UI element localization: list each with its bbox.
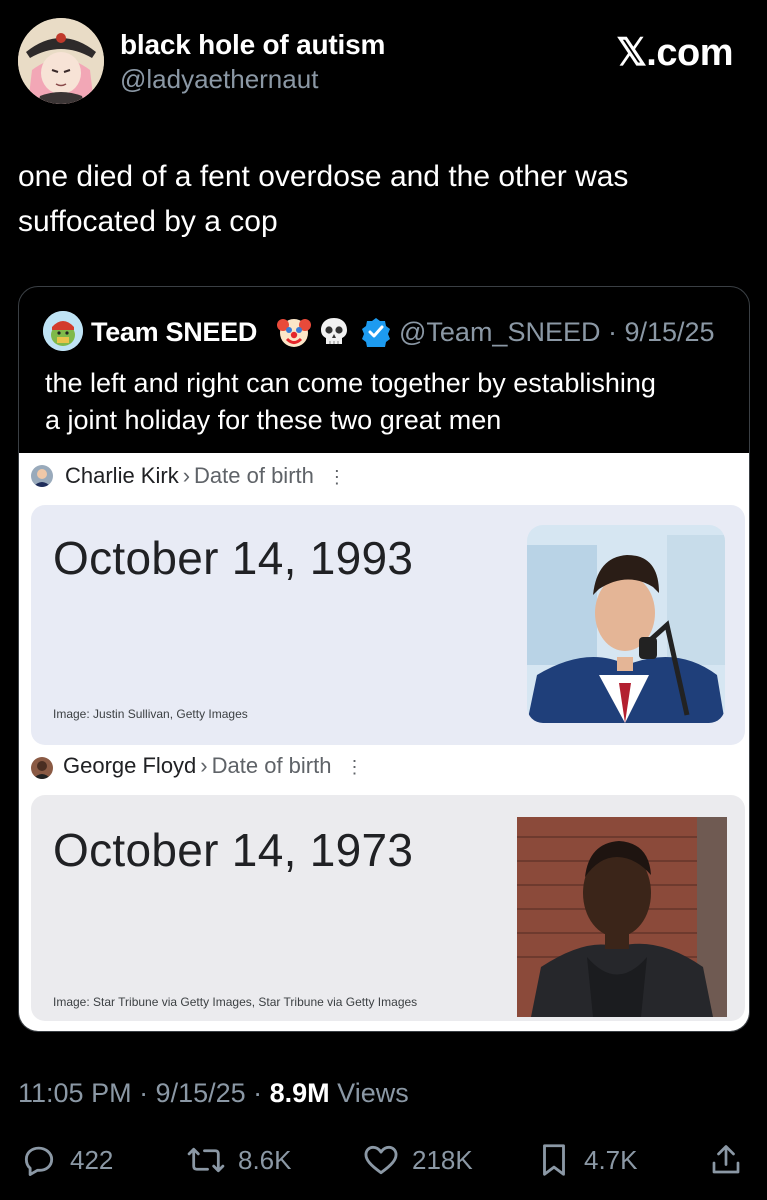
quoted-avatar: [43, 311, 83, 351]
quoted-tweet-card[interactable]: Team SNEED @Team_SNEED · 9/15/25 the lef…: [18, 286, 750, 1032]
views-label: Views: [329, 1078, 409, 1108]
author-display-name[interactable]: black hole of autism: [120, 29, 385, 61]
breadcrumb-entity: Charlie Kirk: [65, 463, 179, 488]
tweet-meta: 11:05 PM · 9/15/25 · 8.9M Views: [18, 1078, 409, 1109]
birth-date: October 14, 1973: [53, 824, 414, 876]
person-photo: [517, 817, 727, 1017]
views-count: 8.9M: [269, 1078, 330, 1108]
breadcrumb-attribute: Date of birth: [194, 463, 314, 488]
quoted-text: the left and right can come together by …: [45, 365, 735, 439]
repost-count: 8.6K: [238, 1144, 292, 1175]
answer-panel: October 14, 1973 Image: Star Tribune via…: [31, 795, 745, 1021]
result-thumbnail-icon: [31, 465, 53, 487]
breadcrumb: Charlie Kirk › Date of birth ⋮: [65, 463, 346, 488]
quoted-handle-date[interactable]: @Team_SNEED · 9/15/25: [399, 317, 715, 348]
share-button[interactable]: [708, 1140, 756, 1180]
share-icon: [712, 1145, 740, 1174]
site-label: 𝕏.com: [616, 32, 733, 74]
tweet-text-line: one died of a fent overdose and the othe…: [18, 160, 629, 193]
quoted-text-line: the left and right can come together by …: [45, 368, 656, 398]
quoted-text-line: a joint holiday for these two great men: [45, 405, 502, 435]
like-button[interactable]: 218K: [362, 1140, 473, 1180]
more-options-icon: ⋮: [327, 467, 346, 487]
like-count: 218K: [412, 1144, 473, 1175]
birth-date: October 14, 1993: [53, 532, 414, 584]
tweet-text: one died of a fent overdose and the othe…: [18, 154, 738, 244]
bookmark-icon: [543, 1144, 565, 1176]
more-options-icon: ⋮: [345, 757, 364, 777]
quoted-display-name[interactable]: Team SNEED: [91, 317, 257, 348]
image-credit: Image: Justin Sullivan, Getty Images: [53, 707, 248, 721]
reply-icon: [24, 1146, 54, 1176]
person-photo: [527, 525, 725, 723]
quoted-image[interactable]: Charlie Kirk › Date of birth ⋮ October 14, …: [19, 453, 749, 1031]
clown-face-icon: [277, 315, 311, 349]
breadcrumb: George Floyd › Date of birth ⋮: [63, 753, 364, 778]
bookmark-count: 4.7K: [584, 1144, 638, 1175]
image-credit: Image: Star Tribune via Getty Images, St…: [53, 995, 418, 1009]
bookmark-button[interactable]: 4.7K: [536, 1140, 638, 1180]
heart-icon: [364, 1145, 398, 1175]
reply-button[interactable]: 422: [20, 1140, 113, 1180]
breadcrumb-attribute: Date of birth: [211, 753, 332, 778]
skull-icon: [317, 315, 351, 349]
author-avatar[interactable]: [18, 18, 104, 104]
repost-icon: [187, 1147, 225, 1173]
author-handle[interactable]: @ladyaethernaut: [120, 64, 318, 95]
result-thumbnail-icon: [31, 757, 53, 779]
breadcrumb-entity: George Floyd: [63, 753, 197, 778]
tweet-timestamp[interactable]: 11:05 PM · 9/15/25 ·: [18, 1078, 270, 1108]
repost-button[interactable]: 8.6K: [186, 1140, 292, 1180]
reply-count: 422: [70, 1144, 114, 1175]
tweet-text-line: suffocated by a cop: [18, 205, 278, 238]
answer-panel: October 14, 1993 Image: Justin Sullivan,…: [31, 505, 745, 745]
verified-badge-icon: [361, 317, 391, 350]
